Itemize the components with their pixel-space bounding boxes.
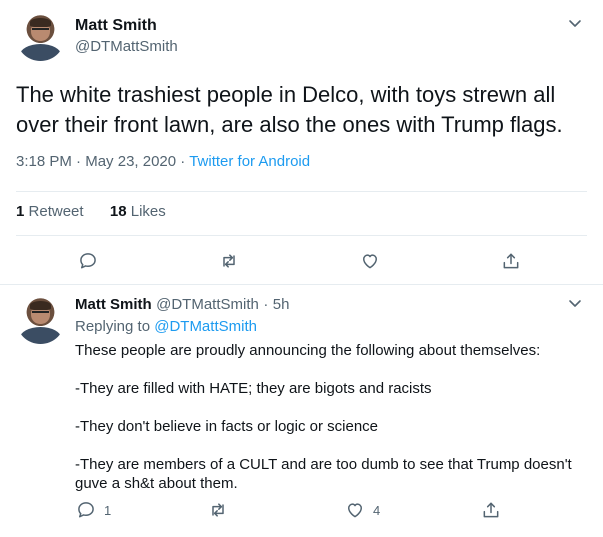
share-button[interactable]	[481, 500, 501, 520]
like-count: 4	[373, 502, 381, 518]
replying-to-handle[interactable]: @DTMattSmith	[154, 318, 257, 335]
avatar-glasses-shape	[31, 28, 50, 31]
divider	[16, 191, 587, 192]
reply-button[interactable]	[78, 251, 98, 271]
tweet-age[interactable]: 5h	[273, 296, 290, 313]
replying-label: Replying to	[75, 318, 151, 335]
retweets-label: Retweet	[28, 203, 84, 220]
tweet-source-link[interactable]: Twitter for Android	[189, 153, 310, 170]
likes-label: Likes	[130, 203, 166, 220]
avatar[interactable]	[16, 295, 65, 344]
reply-text: These people are proudly announcing the …	[75, 341, 585, 493]
heart-icon	[348, 503, 362, 518]
reply-button[interactable]: 1	[76, 500, 111, 520]
avatar-hair-shape	[29, 17, 52, 27]
avatar-glasses-shape	[31, 311, 50, 314]
meta-separator: ·	[76, 153, 82, 170]
reply-paragraph: -They don't believe in facts or logic or…	[75, 418, 379, 435]
reply-paragraph: -They are members of a CULT and are too …	[75, 456, 572, 492]
heart-icon	[363, 254, 377, 269]
likes-count: 18	[109, 203, 127, 220]
comment-icon	[78, 502, 94, 518]
tweet-text: The white trashiest people in Delco, wit…	[16, 82, 563, 137]
author-name[interactable]: Matt Smith	[75, 296, 152, 313]
meta-separator: ·	[263, 296, 269, 313]
retweets-stat[interactable]: 1 Retweet	[16, 203, 84, 220]
divider	[16, 235, 587, 236]
meta-separator: ·	[180, 153, 186, 170]
reply-count: 1	[104, 502, 112, 518]
avatar-hair-shape	[29, 300, 52, 310]
chevron-down-icon[interactable]	[568, 296, 582, 313]
tweet-stats: 1 Retweet 18 Likes	[16, 203, 166, 220]
reply-paragraph: These people are proudly announcing the …	[75, 342, 541, 359]
share-button[interactable]	[501, 251, 521, 271]
tweet-date[interactable]: May 23, 2020	[85, 153, 176, 170]
author-handle[interactable]: @DTMattSmith	[156, 296, 259, 313]
like-button[interactable]	[360, 251, 380, 271]
tweet-meta: 3:18 PM · May 23, 2020 · Twitter for And…	[16, 153, 310, 170]
retweet-button[interactable]	[219, 251, 239, 271]
likes-stat[interactable]: 18 Likes	[110, 203, 166, 220]
avatar-shirt-shape	[19, 43, 62, 61]
share-icon	[483, 502, 499, 518]
reply-header: Matt Smith @DTMattSmith · 5h	[75, 296, 289, 314]
retweet-button[interactable]	[208, 500, 228, 520]
replying-to: Replying to @DTMattSmith	[75, 318, 257, 335]
reply-paragraph: -They are filled with HATE; they are big…	[75, 380, 432, 397]
divider	[0, 284, 603, 285]
avatar[interactable]	[16, 12, 65, 61]
chevron-down-icon[interactable]	[568, 16, 582, 33]
tweet-time[interactable]: 3:18 PM	[16, 153, 72, 170]
retweet-icon	[212, 503, 224, 517]
author-name[interactable]: Matt Smith	[75, 17, 157, 35]
like-button[interactable]: 4	[345, 500, 380, 520]
avatar-shirt-shape	[19, 326, 62, 344]
retweet-icon	[223, 254, 235, 268]
comment-icon	[80, 253, 96, 269]
share-icon	[503, 253, 519, 269]
author-handle[interactable]: @DTMattSmith	[75, 38, 178, 55]
retweets-count: 1	[16, 203, 25, 220]
